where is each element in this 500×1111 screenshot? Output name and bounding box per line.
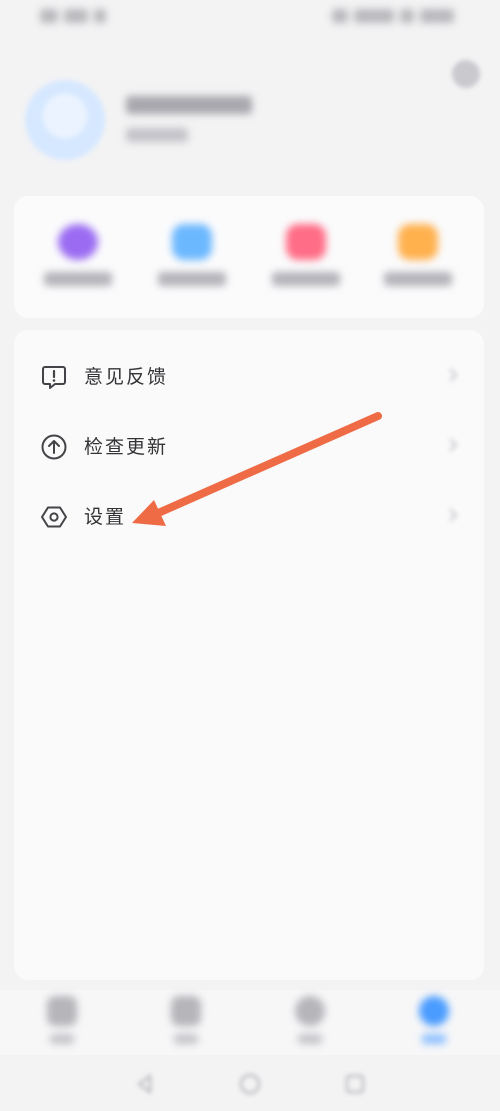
me-icon: [419, 996, 449, 1026]
nav-label: [422, 1034, 446, 1044]
nav-label: [174, 1034, 198, 1044]
nav-tab-video[interactable]: [156, 996, 216, 1050]
nav-tab-home[interactable]: [32, 996, 92, 1050]
video-icon: [171, 996, 201, 1026]
recents-icon[interactable]: [344, 1073, 366, 1095]
bottom-nav: [0, 990, 500, 1055]
back-icon[interactable]: [134, 1073, 156, 1095]
home-icon: [47, 996, 77, 1026]
home-circle-icon[interactable]: [239, 1073, 261, 1095]
annotation-arrow: [132, 412, 382, 526]
system-nav-bar: [0, 1055, 500, 1111]
nav-label: [50, 1034, 74, 1044]
nav-tab-me[interactable]: [404, 996, 464, 1050]
nav-label: [298, 1034, 322, 1044]
nav-tab-discover[interactable]: [280, 996, 340, 1050]
discover-icon: [295, 996, 325, 1026]
